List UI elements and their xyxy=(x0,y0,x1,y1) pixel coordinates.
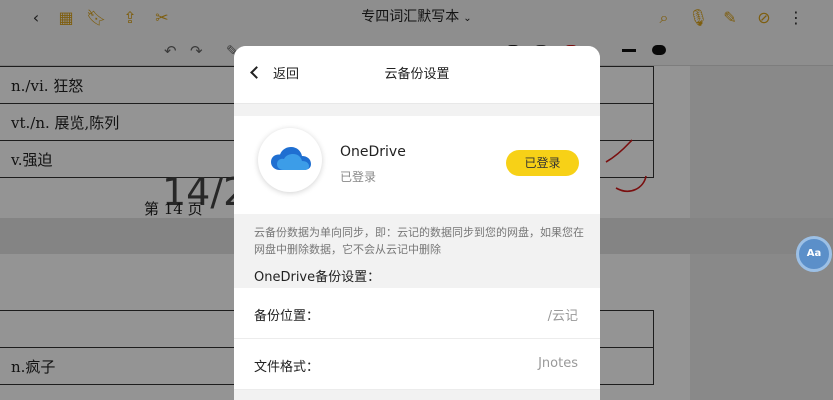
provider-card: OneDrive 已登录 已登录 xyxy=(234,116,600,214)
logged-in-button[interactable]: 已登录 xyxy=(506,150,579,176)
setting-file-format[interactable]: 文件格式： Jnotes xyxy=(234,339,600,390)
settings-list: 备份位置： /云记 文件格式： Jnotes xyxy=(234,288,600,390)
cloud-backup-dialog: 返回 云备份设置 OneDrive 已登录 已登录 云备份数据为单向同步，即：云… xyxy=(234,46,600,400)
setting-backup-location[interactable]: 备份位置： /云记 xyxy=(234,288,600,339)
setting-value: Jnotes xyxy=(538,356,578,371)
settings-section-title: OneDrive备份设置： xyxy=(254,270,381,285)
cloud-icon xyxy=(271,147,311,170)
setting-label: 备份位置： xyxy=(254,309,320,324)
dialog-header: 返回 云备份设置 xyxy=(234,46,600,104)
onedrive-logo xyxy=(258,128,322,192)
provider-name: OneDrive xyxy=(340,144,406,160)
back-label: 返回 xyxy=(273,67,300,82)
provider-status: 已登录 xyxy=(340,170,377,184)
setting-value: /云记 xyxy=(547,309,578,324)
back-button[interactable]: 返回 xyxy=(250,64,300,86)
assistant-bubble[interactable]: Aa xyxy=(796,236,832,272)
chevron-left-icon xyxy=(250,66,263,79)
sync-note: 云备份数据为单向同步，即：云记的数据同步到您的网盘，如果您在网盘中删除数据，它不… xyxy=(254,226,584,256)
setting-label: 文件格式： xyxy=(254,360,320,375)
